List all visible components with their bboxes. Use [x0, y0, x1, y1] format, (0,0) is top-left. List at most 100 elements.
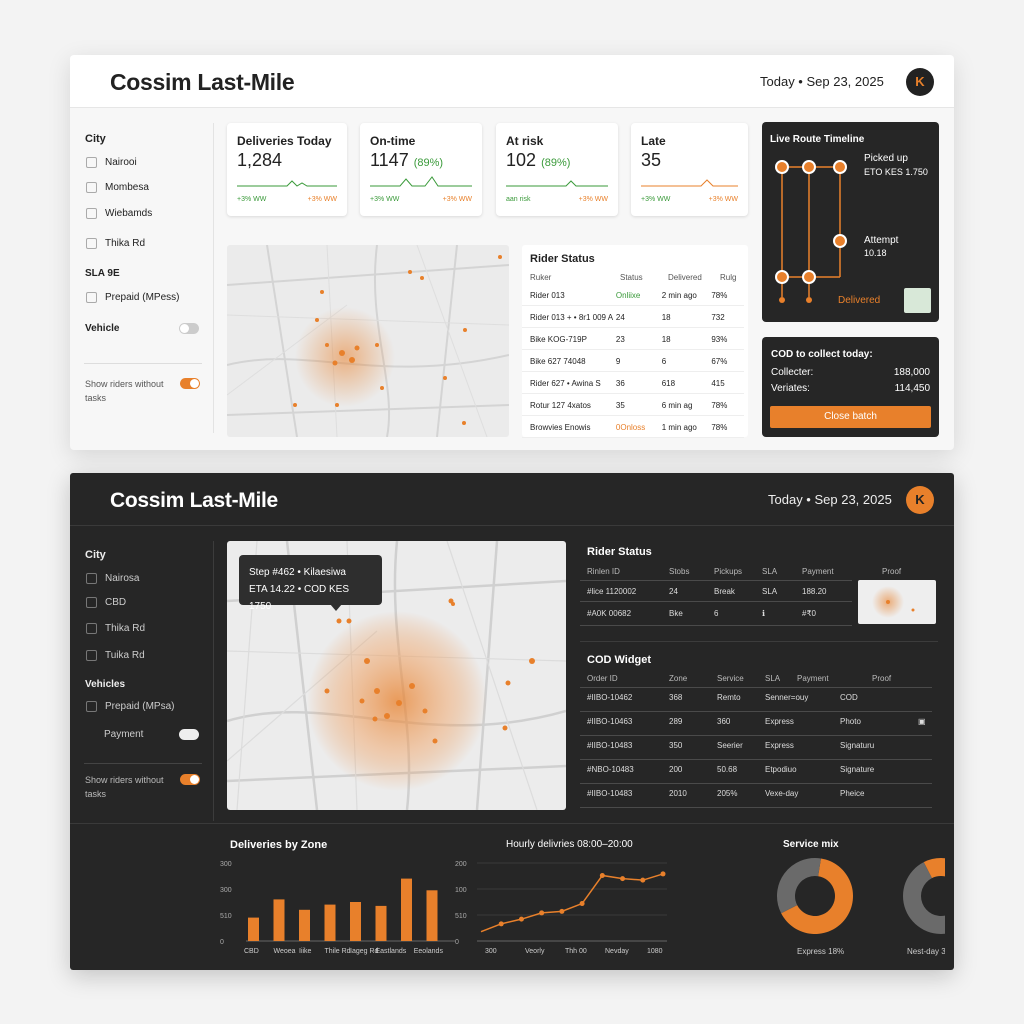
sla-checkbox[interactable]: Prepaid (MPess) [86, 292, 179, 303]
kpi-late[interactable]: Late 35 +3% WW +3% WW [631, 123, 748, 216]
x-tick-label: Veorly [525, 948, 545, 955]
collected-value: 188,000 [893, 367, 930, 378]
cell: #₹0 [802, 609, 816, 618]
city-checkbox[interactable]: Nairooi [86, 157, 137, 168]
data-point [518, 916, 524, 922]
table-row[interactable]: #IIBO-10463 289 360 Express Photo ▣ [587, 717, 937, 726]
checkbox-icon[interactable] [86, 573, 97, 584]
city-checkbox[interactable]: Tuika Rd [86, 650, 145, 661]
live-route-timeline: Live Route Timeline Picked up ETO KES 1.… [762, 122, 939, 322]
column-header: Status [620, 273, 643, 282]
cell: 618 [661, 379, 676, 388]
checkbox-icon[interactable] [86, 650, 97, 661]
checkbox-icon[interactable] [86, 292, 97, 303]
kpi-ontime[interactable]: On-time 1147 (89%) +3% WW +3% WW [360, 123, 482, 216]
city-checkbox[interactable]: Mombesa [86, 182, 149, 193]
kpi-title: At risk [506, 134, 544, 148]
table-row[interactable]: #A0K 00682 Bke 6 ℹ #₹0 [587, 609, 867, 618]
kpi-title: Late [641, 134, 666, 148]
image-icon[interactable]: ▣ [918, 717, 926, 726]
checkbox-icon[interactable] [86, 701, 97, 712]
kpi-value: 102 (89%) [506, 150, 570, 171]
panel-title: COD Widget [587, 654, 652, 666]
checkbox-icon[interactable] [86, 157, 97, 168]
table-row[interactable]: #IIBO-10483 2010 205% Vexe-day Pheice [587, 789, 937, 798]
x-tick-label: CBD [244, 948, 259, 955]
checkbox-icon[interactable] [86, 182, 97, 193]
kpi-left-note: +3% WW [237, 196, 267, 203]
city-checkbox[interactable]: CBD [86, 597, 126, 608]
checkbox-icon[interactable] [86, 208, 97, 219]
show-riders-label: Show riders without tasks [85, 379, 164, 403]
column-header: Payment [802, 567, 834, 576]
checkbox-icon[interactable] [86, 597, 97, 608]
table-row[interactable]: #lice 1120002 24 Break SLA 188.20 [587, 587, 867, 596]
kpi-sub: (89%) [413, 157, 444, 169]
city-label: Thika Rd [105, 238, 146, 249]
cell: Express [765, 717, 794, 726]
cell: 24 [669, 587, 678, 596]
table-row[interactable]: Rider 013 + • 8r1 009 A 24 18 732 [530, 313, 740, 322]
table-row[interactable]: #IIBO-10462 368 Remto Senner=ouy COD [587, 693, 937, 702]
data-point [620, 876, 626, 882]
city-heading: City [85, 133, 106, 145]
data-point [559, 908, 565, 914]
city-checkbox[interactable]: Thika Rd [86, 238, 145, 249]
city-checkbox[interactable]: Thika Rd [86, 623, 145, 634]
row-divider [580, 759, 932, 760]
data-point [498, 921, 504, 927]
kpi-value: 1,284 [237, 150, 282, 171]
cell: 35 [615, 401, 625, 410]
cell: 6 [714, 609, 719, 618]
y-tick-label: 100 [455, 887, 467, 894]
sparkline [237, 180, 337, 187]
avatar[interactable]: K [906, 486, 934, 514]
table-row[interactable]: Browvies Enowis 0Onloss 1 min ago 78% [530, 423, 740, 432]
variates-label: Veriates: [771, 383, 810, 394]
proof-thumbnail[interactable] [904, 288, 931, 313]
kpi-deliveries[interactable]: Deliveries Today 1,284 +3% WW +3% WW [227, 123, 347, 216]
show-riders-toggle[interactable] [180, 378, 200, 389]
vehicles-heading: Vehicles [85, 679, 126, 690]
cell: 2 min ago [661, 291, 697, 300]
proof-map [872, 586, 915, 618]
proof-thumbnail[interactable] [858, 580, 936, 624]
column-header: Rulg [720, 273, 737, 282]
delivery-map[interactable]: Step #462 • Kilaesiwa ETA 14.22 • COD KE… [227, 541, 566, 810]
table-row[interactable]: Bike KOG-719P 23 18 93% [530, 335, 740, 344]
bar [401, 878, 412, 941]
cell: 23 [615, 335, 625, 344]
table-row[interactable]: Rider 627 • Awina S 36 618 415 [530, 379, 740, 388]
prepaid-checkbox[interactable]: Prepaid (MPsa) [86, 701, 174, 712]
checkbox-icon[interactable] [86, 238, 97, 249]
table-row[interactable]: #IIBO-10483 350 Seerier Express Signaturu [587, 741, 937, 750]
table-row[interactable]: Rider 013 Onliixe 2 min ago 78% [530, 291, 740, 300]
kpi-at-risk[interactable]: At risk 102 (89%) aan risk +3% WW [496, 123, 618, 216]
cell: 6 [661, 357, 667, 366]
timeline-step-detail: ETO KES 1.750 [864, 167, 928, 177]
delivery-map[interactable] [227, 245, 509, 437]
vehicle-toggle[interactable] [179, 323, 199, 334]
divider [580, 641, 938, 642]
show-riders-toggle[interactable] [180, 774, 200, 785]
divider [84, 763, 202, 764]
avatar[interactable]: K [906, 68, 934, 96]
table-row[interactable]: Bike 627 74048 9 6 67% [530, 357, 740, 366]
table-row[interactable]: Rotur 127 4xatos 35 6 min ag 78% [530, 401, 740, 410]
row-divider [580, 807, 932, 808]
cell: 732 [711, 313, 725, 322]
column-header: Service [717, 674, 744, 683]
cell: COD [840, 693, 858, 702]
city-checkbox[interactable]: Wiebamds [86, 208, 152, 219]
cell: Break [714, 587, 735, 596]
cell: Senner=ouy [765, 693, 809, 702]
city-checkbox[interactable]: Nairosa [86, 573, 139, 584]
column-header: Proof [872, 674, 892, 683]
cell: 9 [615, 357, 621, 366]
payment-toggle[interactable] [179, 729, 199, 740]
cell: 205% [717, 789, 738, 798]
close-batch-button[interactable]: Close batch [770, 406, 931, 428]
table-row[interactable]: #NBO-10483 200 50.68 Etpodiuo Signature [587, 765, 937, 774]
checkbox-icon[interactable] [86, 623, 97, 634]
cell: 24 [615, 313, 625, 322]
